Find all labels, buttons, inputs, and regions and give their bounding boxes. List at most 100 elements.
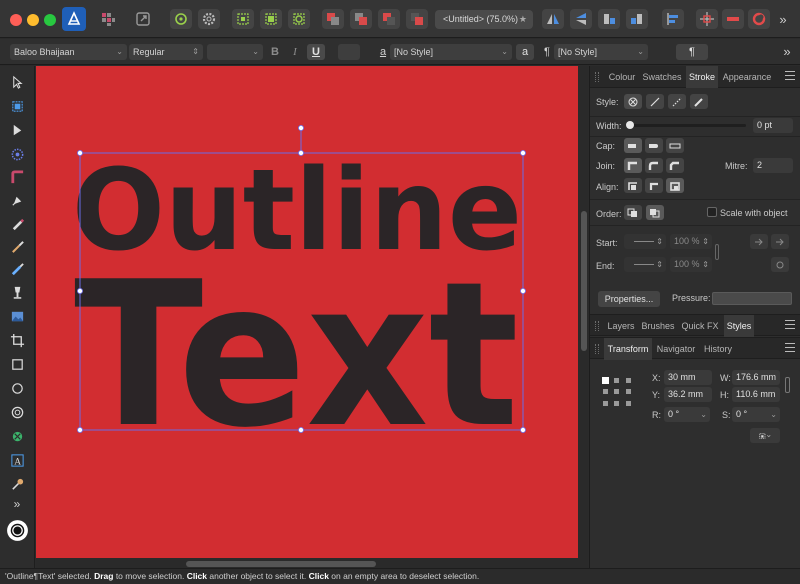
align-outside-icon[interactable] <box>666 178 684 193</box>
selection-handle-top-right[interactable] <box>519 150 526 157</box>
tab-stroke[interactable]: Stroke <box>686 66 718 88</box>
font-family-select[interactable]: Baloo Bhaijaan ⌄ <box>10 44 127 60</box>
settings-gear-icon[interactable] <box>198 9 220 29</box>
tab-appearance[interactable]: Appearance <box>720 66 774 88</box>
tab-history[interactable]: History <box>700 338 736 360</box>
horizontal-scroll-thumb[interactable] <box>186 561 376 567</box>
selection-handle-top[interactable] <box>297 150 304 157</box>
stroke-front-fill-icon[interactable] <box>646 205 664 220</box>
square-cap-icon[interactable] <box>666 138 684 153</box>
butt-cap-icon[interactable] <box>624 138 642 153</box>
export-persona-icon[interactable] <box>132 9 154 29</box>
insert-target-icon[interactable] <box>232 9 254 29</box>
context-overflow-button[interactable]: » <box>778 44 796 60</box>
move-to-front-icon[interactable] <box>406 9 428 29</box>
scale-with-object-checkbox[interactable] <box>707 207 717 217</box>
font-size-field[interactable]: ⌄ <box>207 44 263 60</box>
italic-button[interactable]: I <box>286 44 304 60</box>
pressure-curve-button[interactable] <box>712 292 792 305</box>
rounded-shape-tool-icon[interactable] <box>7 402 27 422</box>
tab-navigator[interactable]: Navigator <box>654 338 698 360</box>
dashed-line-icon[interactable] <box>668 94 686 109</box>
vertical-scroll-thumb[interactable] <box>581 211 587 351</box>
panel-menu-icon[interactable] <box>785 343 795 353</box>
tab-quick-fx[interactable]: Quick FX <box>680 315 720 337</box>
transform-anchor-grid[interactable] <box>602 377 632 407</box>
mitre-input[interactable]: 2 <box>753 158 793 173</box>
mitre-join-icon[interactable] <box>624 158 642 173</box>
align-center-icon[interactable] <box>645 178 663 193</box>
minimize-window-button[interactable] <box>27 14 39 26</box>
y-input[interactable]: 36.2 mm <box>664 387 712 402</box>
paragraph-style-select[interactable]: [No Style] ⌄ <box>554 44 648 60</box>
insert-inside-icon[interactable] <box>260 9 282 29</box>
underline-button[interactable]: U <box>307 44 325 60</box>
align-icon[interactable] <box>662 9 684 29</box>
tab-brushes[interactable]: Brushes <box>640 315 676 337</box>
panel-menu-icon[interactable] <box>785 320 795 330</box>
transform-options-button[interactable] <box>750 428 780 443</box>
stroke-behind-fill-icon[interactable] <box>624 205 642 220</box>
rotation-input[interactable]: 0 ° ⌄ <box>664 407 710 422</box>
align-inside-icon[interactable] <box>624 178 642 193</box>
width-input[interactable]: 0 pt <box>753 118 793 133</box>
bevel-join-icon[interactable] <box>666 158 684 173</box>
rotation-handle[interactable] <box>297 125 304 132</box>
no-stroke-icon[interactable] <box>624 94 642 109</box>
move-forward-one-icon[interactable] <box>378 9 400 29</box>
ellipse-tool-icon[interactable] <box>7 378 27 398</box>
properties-button[interactable]: Properties... <box>598 291 660 307</box>
round-join-icon[interactable] <box>645 158 663 173</box>
swap-arrowheads-icon[interactable] <box>771 257 789 272</box>
tools-overflow-button[interactable]: » <box>7 498 27 510</box>
height-dimension-input[interactable]: 110.6 mm <box>732 387 780 402</box>
move-back-one-icon[interactable] <box>350 9 372 29</box>
tab-styles[interactable]: Styles <box>724 315 754 337</box>
designer-persona-icon[interactable] <box>62 7 86 31</box>
panel-grip-icon[interactable] <box>595 321 599 331</box>
end-scale-input[interactable]: 100 % ⇕ <box>670 257 712 272</box>
document-canvas[interactable]: Outline Text <box>36 66 578 558</box>
point-transform-tool-icon[interactable] <box>7 144 27 164</box>
shear-input[interactable]: 0 ° ⌄ <box>732 407 780 422</box>
place-image-tool-icon[interactable] <box>7 306 27 326</box>
bold-button[interactable]: B <box>266 44 284 60</box>
fill-tool-icon[interactable] <box>7 259 27 279</box>
node-tool-icon[interactable] <box>7 120 27 140</box>
selection-handle-bottom-left[interactable] <box>77 426 84 433</box>
panel-grip-icon[interactable] <box>595 344 599 354</box>
selection-handle-left[interactable] <box>77 287 84 294</box>
character-style-button[interactable]: a <box>516 44 534 60</box>
document-title[interactable]: <Untitled> (75.0%) ★ <box>435 10 533 29</box>
crop-tool-icon[interactable] <box>7 330 27 350</box>
boolean-add-icon[interactable] <box>722 9 744 29</box>
fill-stroke-swatch[interactable] <box>5 518 30 543</box>
snapping-icon[interactable] <box>170 9 192 29</box>
start-arrowhead-select[interactable]: ⇕ <box>624 234 666 249</box>
tab-swatches[interactable]: Swatches <box>640 66 684 88</box>
artboard-tool-icon[interactable] <box>7 96 27 116</box>
tab-layers[interactable]: Layers <box>606 315 636 337</box>
vertical-scrollbar[interactable] <box>580 66 588 558</box>
arrow-outside-icon[interactable] <box>771 234 789 249</box>
move-to-back-icon[interactable] <box>322 9 344 29</box>
move-tool-icon[interactable] <box>7 72 27 92</box>
start-scale-input[interactable]: 100 % ⇕ <box>670 234 712 249</box>
panel-menu-icon[interactable] <box>785 71 795 81</box>
pen-tool-icon[interactable] <box>7 190 27 210</box>
color-picker-tool-icon[interactable] <box>7 474 27 494</box>
toolbar-overflow-button[interactable]: » <box>774 9 792 29</box>
font-style-select[interactable]: Regular ⇕ <box>129 44 203 60</box>
rotate-left-icon[interactable] <box>598 9 620 29</box>
round-cap-icon[interactable] <box>645 138 663 153</box>
rotate-right-icon[interactable] <box>626 9 648 29</box>
tab-colour[interactable]: Colour <box>606 66 638 88</box>
flip-vertical-icon[interactable] <box>570 9 592 29</box>
lock-aspect-ratio-icon[interactable] <box>785 377 790 393</box>
solid-line-icon[interactable] <box>646 94 664 109</box>
selection-handle-right[interactable] <box>519 287 526 294</box>
selection-handle-bottom-right[interactable] <box>519 426 526 433</box>
arrow-inside-icon[interactable] <box>750 234 768 249</box>
link-arrowheads-icon[interactable] <box>715 244 719 260</box>
x-input[interactable]: 30 mm <box>664 370 712 385</box>
